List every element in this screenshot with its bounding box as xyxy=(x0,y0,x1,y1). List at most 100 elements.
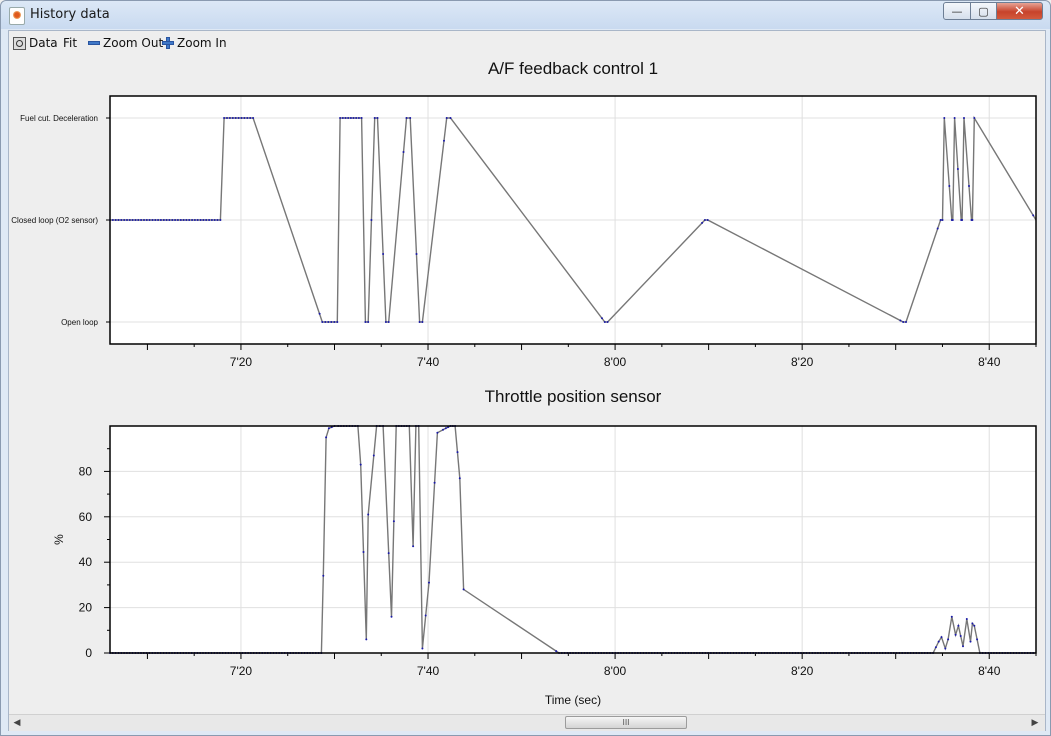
data-point xyxy=(449,117,452,119)
data-point xyxy=(216,219,219,221)
title-bar[interactable]: History data — ▢ ✕ xyxy=(1,1,1050,29)
data-point xyxy=(226,117,228,119)
data-point xyxy=(409,117,412,119)
data-point xyxy=(701,221,704,224)
x-tick-label: 8'20 xyxy=(791,664,814,678)
data-point xyxy=(171,219,174,221)
data-point xyxy=(349,117,352,119)
data-point xyxy=(333,321,336,323)
y-tick-label: 80 xyxy=(79,464,93,478)
data-point xyxy=(234,117,237,119)
data-point xyxy=(145,219,148,221)
data-point xyxy=(128,219,131,221)
history-data-window: History data — ▢ ✕ Data Fit Zoom Out Zoo… xyxy=(0,0,1051,736)
data-point xyxy=(123,219,126,221)
data-point xyxy=(462,588,465,591)
data-point xyxy=(185,219,188,221)
data-point xyxy=(360,117,363,119)
data-point xyxy=(240,117,243,119)
data-point xyxy=(373,117,376,119)
data-point xyxy=(205,219,208,221)
data-point xyxy=(151,219,154,221)
data-point xyxy=(370,219,373,221)
data-point xyxy=(402,151,405,153)
java-app-icon xyxy=(9,7,25,25)
data-point xyxy=(352,117,355,119)
scroll-right-arrow-icon[interactable]: ▶ xyxy=(1029,717,1041,729)
data-point xyxy=(199,219,202,221)
data-point xyxy=(939,219,942,221)
scroll-left-arrow-icon[interactable]: ◀ xyxy=(11,717,23,729)
data-point xyxy=(327,427,330,430)
x-tick-label: 7'20 xyxy=(230,355,253,369)
data-point xyxy=(444,427,447,430)
data-point xyxy=(390,615,393,618)
data-point xyxy=(246,117,249,119)
data-point xyxy=(601,317,603,320)
maximize-button[interactable]: ▢ xyxy=(970,2,997,20)
data-point xyxy=(176,219,179,221)
data-point xyxy=(188,219,191,221)
data-point xyxy=(937,640,940,643)
x-tick-label: 8'20 xyxy=(791,355,814,369)
data-point xyxy=(365,638,368,641)
data-point xyxy=(957,624,960,627)
data-point xyxy=(347,117,350,119)
data-point xyxy=(325,436,328,439)
scroll-thumb[interactable]: III xyxy=(565,716,687,729)
close-button[interactable]: ✕ xyxy=(996,2,1043,20)
data-point xyxy=(944,647,947,650)
data-point xyxy=(134,219,137,221)
data-point xyxy=(359,463,362,466)
data-point xyxy=(143,219,145,221)
data-point xyxy=(950,615,953,618)
data-point xyxy=(971,219,974,221)
data-point xyxy=(445,117,448,119)
charts-canvas[interactable]: A/F feedback control 1 7'20 7'40 8'00 8'20 8'… xyxy=(9,31,1045,714)
y-axis-label: % xyxy=(52,534,66,545)
y-tick-label: Fuel cut. Deceleration xyxy=(20,114,98,123)
data-point xyxy=(168,219,171,221)
data-point xyxy=(948,185,951,187)
x-tick-label: 8'00 xyxy=(604,355,627,369)
data-point xyxy=(336,321,339,323)
data-point xyxy=(973,624,976,627)
data-point xyxy=(117,219,120,221)
data-point xyxy=(210,219,213,221)
x-tick-label: 7'20 xyxy=(230,664,253,678)
y-tick-label: 20 xyxy=(79,601,93,615)
data-point xyxy=(956,168,959,170)
data-point xyxy=(137,219,140,221)
minimize-button[interactable]: — xyxy=(943,2,971,20)
horizontal-scrollbar[interactable]: ◀ III ▶ xyxy=(9,714,1045,731)
data-point xyxy=(973,117,976,119)
data-point xyxy=(174,219,177,221)
data-point xyxy=(223,117,226,119)
y-tick-label: Open loop xyxy=(61,318,98,327)
data-point xyxy=(193,219,196,221)
data-point xyxy=(252,117,255,119)
data-point xyxy=(418,321,421,323)
data-point xyxy=(140,219,143,221)
data-point xyxy=(157,219,160,221)
data-point xyxy=(228,117,231,119)
data-point xyxy=(899,319,902,322)
chart-2: Throttle position sensor 7'20 7'40 8'00 8'20… xyxy=(52,387,1037,707)
data-point xyxy=(355,117,358,119)
data-point xyxy=(421,647,424,650)
plot-area xyxy=(110,426,1036,653)
data-point xyxy=(376,117,379,119)
data-point xyxy=(902,321,905,323)
data-point xyxy=(213,219,216,221)
x-tick-label: 8'40 xyxy=(978,664,1001,678)
data-point xyxy=(362,551,365,553)
y-tick-label: 40 xyxy=(79,555,93,569)
data-point xyxy=(433,481,436,484)
data-point xyxy=(976,638,979,641)
data-point xyxy=(443,139,445,142)
data-point xyxy=(947,638,950,641)
data-point xyxy=(219,219,222,221)
window-title: History data xyxy=(30,7,110,22)
data-point xyxy=(162,219,165,221)
data-point xyxy=(364,321,367,323)
